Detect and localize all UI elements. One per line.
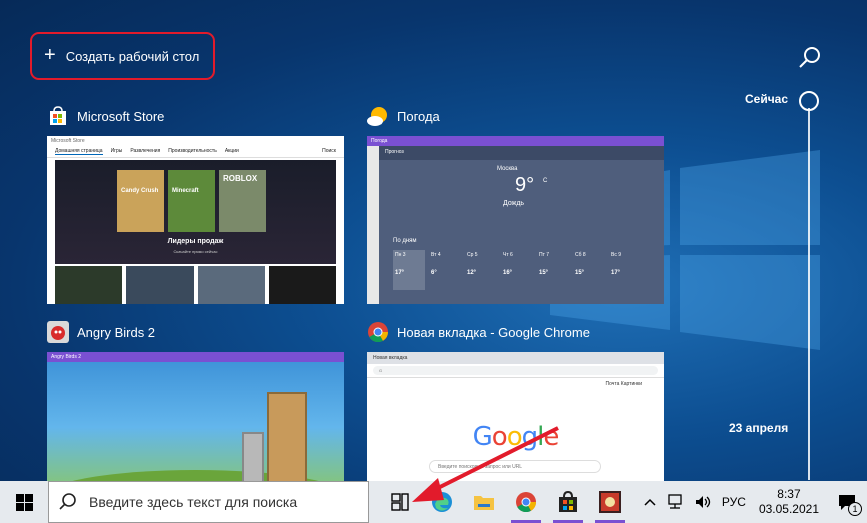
store-thumbnail[interactable]: Microsoft Store Домашняя страница Игры Р…: [47, 136, 344, 304]
timeline-track[interactable]: [808, 108, 810, 480]
store-row: [55, 266, 336, 304]
store-hero-title: Лидеры продаж: [167, 238, 224, 245]
folder-icon: [474, 496, 494, 510]
store-nav-item: Развлечения: [130, 148, 161, 154]
chrome-tab: Новая вкладка: [367, 352, 664, 364]
weather-condition: Дождь: [503, 200, 525, 207]
notifications-button[interactable]: 1: [827, 493, 867, 516]
start-button[interactable]: [0, 481, 48, 523]
store-icon: [47, 105, 69, 127]
weather-thumbnail[interactable]: Погода Прогноз Москва 9° C Дождь По дням…: [367, 136, 664, 304]
task-view-button[interactable]: [379, 481, 421, 523]
store-nav-item: Акции: [224, 148, 239, 154]
angry-birds-icon: [599, 491, 621, 513]
store-tile: Minecraft: [168, 170, 215, 232]
store-tile: ROBLOX: [219, 170, 266, 232]
card-title: Microsoft Store: [77, 108, 165, 124]
taskbar-store[interactable]: [547, 481, 589, 523]
search-icon: [59, 493, 76, 510]
store-nav-item: Производительность: [168, 148, 217, 154]
weather-day: Пн 3 17°: [393, 250, 425, 290]
weather-day: Ср 5 12°: [467, 252, 478, 276]
system-tray: РУС 8:37 03.05.2021 1: [639, 481, 867, 523]
timeline-knob[interactable]: [799, 91, 819, 111]
chrome-links: Почта Картинки: [605, 381, 642, 387]
edge-icon: [432, 492, 452, 512]
taskbar-edge[interactable]: [421, 481, 463, 523]
thumb-window-title: Microsoft Store: [51, 138, 85, 144]
weather-days-title: По дням: [393, 238, 417, 244]
google-logo: Google: [472, 422, 560, 452]
weather-day: Сб 8 15°: [575, 252, 586, 276]
timeline-date-label: 23 апреля: [729, 421, 789, 435]
store-tile: Candy Crush: [117, 170, 164, 232]
angry-birds-icon: [47, 321, 69, 343]
store-search: Поиск: [322, 148, 336, 154]
windows-icon: [15, 493, 33, 511]
taskbar-chrome[interactable]: [505, 481, 547, 523]
store-icon: [559, 491, 577, 512]
chevron-up-icon[interactable]: [639, 498, 661, 506]
card-title: Новая вкладка - Google Chrome: [397, 324, 590, 340]
chrome-icon: [367, 321, 389, 343]
chrome-icon: [516, 492, 537, 513]
task-card-angry-birds[interactable]: Angry Birds 2 Angry Birds 2: [47, 321, 344, 520]
plus-icon: +: [44, 44, 56, 66]
new-desktop-button[interactable]: + Создать рабочий стол: [30, 32, 215, 80]
thumb-window-title: Погода: [367, 136, 664, 146]
card-title: Погода: [397, 108, 440, 124]
weather-tab: Прогноз: [379, 146, 664, 160]
weather-days: Пн 3 17° Вт 4 6° Ср 5 12° Чт 6 16° Пт 7 15° С…: [393, 250, 641, 290]
store-nav-item: Домашняя страница: [55, 148, 103, 155]
store-nav-item: Игры: [110, 148, 123, 154]
weather-sidebar: [367, 146, 379, 304]
weather-unit: C: [543, 178, 548, 184]
store-hero: Candy Crush Minecraft ROBLOX Лидеры прод…: [55, 160, 336, 264]
thumb-window-title: Angry Birds 2: [47, 352, 344, 362]
weather-temp: 9°: [515, 174, 535, 196]
taskbar-search-placeholder: Введите здесь текст для поиска: [89, 494, 298, 510]
taskbar: Введите здесь текст для поиска РУС 8:37 …: [0, 481, 867, 523]
weather-day: Вс 9 17°: [611, 252, 622, 276]
task-card-store[interactable]: Microsoft Store Microsoft Store Домашняя…: [47, 105, 344, 304]
taskbar-explorer[interactable]: [463, 481, 505, 523]
game-structure: [267, 392, 307, 492]
store-nav: Домашняя страница Игры Развлечения Произ…: [47, 146, 344, 158]
network-icon[interactable]: [661, 494, 689, 510]
weather-day: Пт 7 15°: [539, 252, 550, 276]
new-desktop-label: Создать рабочий стол: [65, 48, 200, 64]
chrome-addressbar: G: [367, 364, 664, 378]
search-icon[interactable]: [797, 45, 823, 71]
task-card-weather[interactable]: Погода Погода Прогноз Москва 9° C Дождь …: [367, 105, 664, 304]
google-search-box: Введите поисковый запрос или URL: [429, 460, 601, 473]
volume-icon[interactable]: [689, 494, 717, 510]
clock[interactable]: 8:37 03.05.2021: [751, 487, 827, 517]
timeline-now-label: Сейчас: [745, 92, 789, 106]
card-title: Angry Birds 2: [77, 324, 156, 340]
taskbar-angry-birds[interactable]: [589, 481, 631, 523]
task-view-icon: [391, 493, 409, 511]
store-hero-subtitle: Скачайте прямо сейчас: [173, 249, 218, 254]
weather-city: Москва: [497, 166, 518, 172]
weather-icon: [367, 105, 389, 127]
notification-count: 1: [848, 502, 862, 516]
task-card-chrome[interactable]: Новая вкладка - Google Chrome Новая вкла…: [367, 321, 664, 520]
clock-date: 03.05.2021: [758, 502, 819, 516]
weather-day: Чт 6 16°: [503, 252, 513, 276]
weather-day: Вт 4 6°: [431, 252, 441, 276]
clock-time: 8:37: [777, 487, 801, 501]
taskbar-search[interactable]: Введите здесь текст для поиска: [48, 481, 369, 523]
language-indicator[interactable]: РУС: [717, 495, 751, 509]
